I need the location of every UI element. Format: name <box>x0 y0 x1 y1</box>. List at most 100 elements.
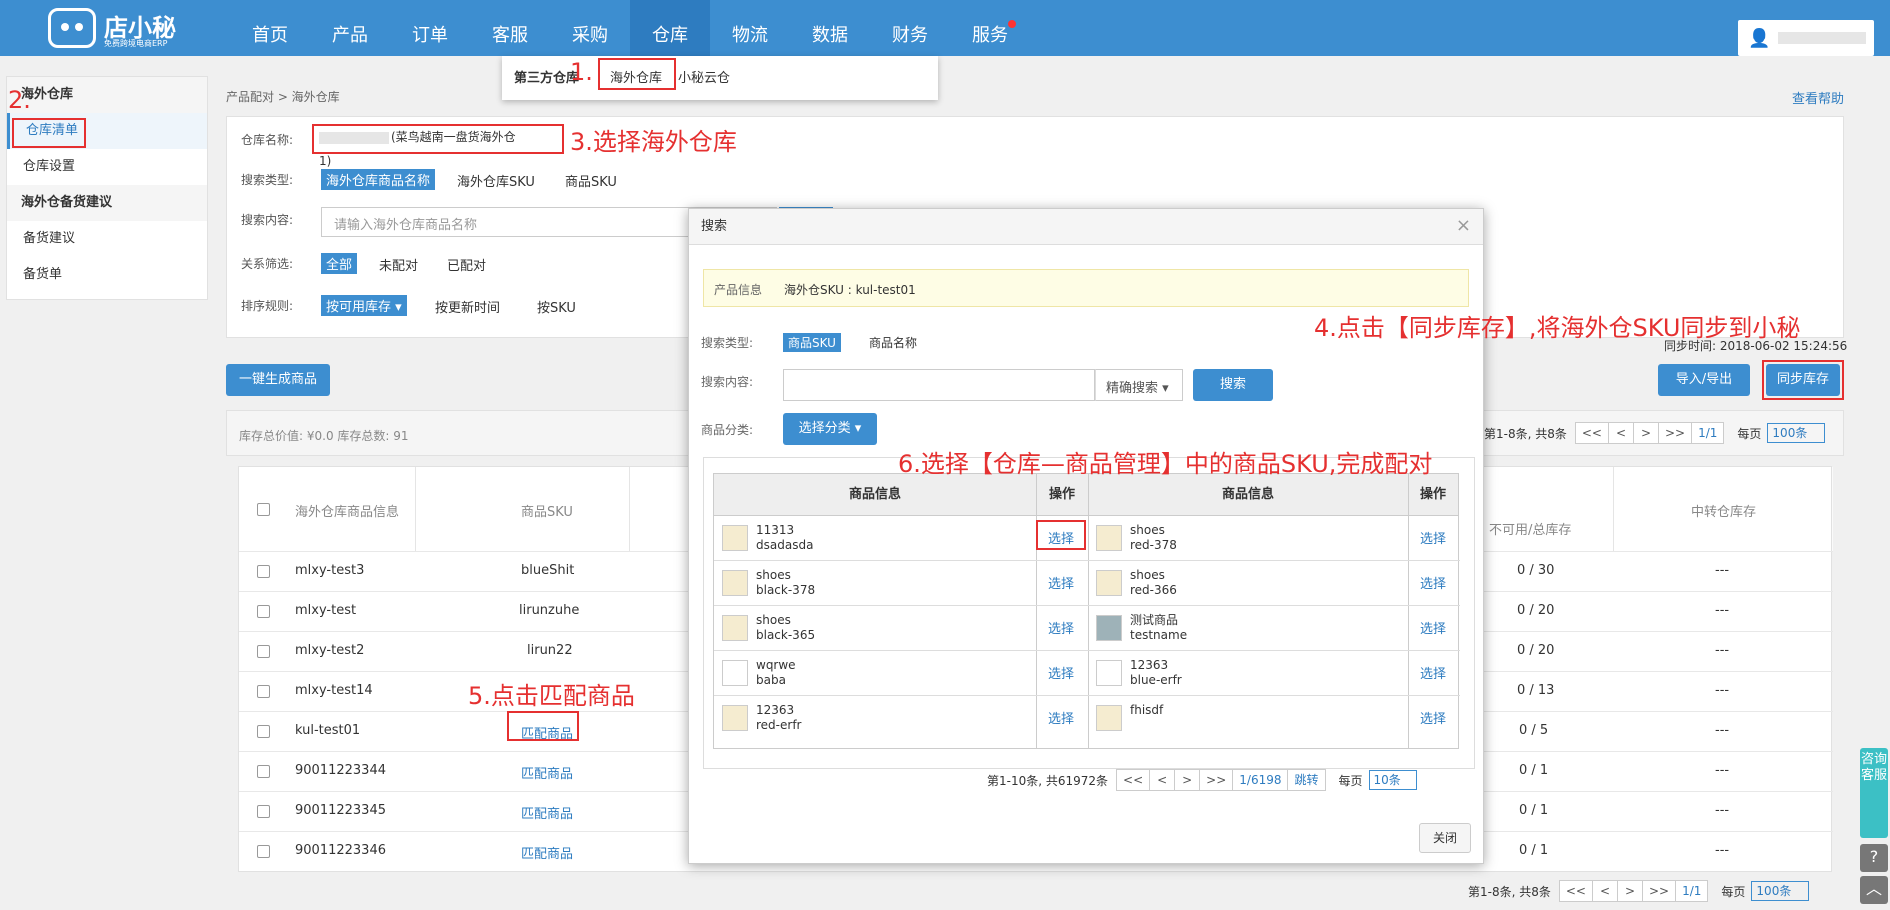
nav-purchase[interactable]: 采购 <box>550 0 630 56</box>
modal-close-icon[interactable]: × <box>1456 215 1471 236</box>
sidebar-item-warehouse-settings[interactable]: 仓库设置 <box>7 149 207 185</box>
row-transit: --- <box>1715 683 1730 698</box>
m-select-left[interactable]: 选择 <box>1048 663 1074 682</box>
m-left-name: wqrwe <box>756 658 796 672</box>
modal-pager: 第1-10条, 共61972条 << < > >> 1/6198 跳转 每页 1… <box>987 769 1417 791</box>
app-logo[interactable]: 店小秘 免费跨境电商ERP <box>48 4 178 52</box>
nav-order[interactable]: 订单 <box>390 0 470 56</box>
row-checkbox[interactable] <box>257 645 270 658</box>
highlight-warehouse-list <box>12 118 86 148</box>
m-select-left[interactable]: 选择 <box>1048 618 1074 637</box>
m-select-right[interactable]: 选择 <box>1420 708 1446 727</box>
nav-warehouse[interactable]: 仓库 <box>630 0 710 56</box>
nav-data[interactable]: 数据 <box>790 0 870 56</box>
match-product-link[interactable]: 匹配商品 <box>521 803 573 822</box>
search-type-name[interactable]: 海外仓库商品名称 <box>321 169 436 190</box>
modal-pager-last[interactable]: >> <box>1199 769 1234 791</box>
help-link[interactable]: 查看帮助 <box>1792 88 1844 107</box>
row-checkbox[interactable] <box>257 765 270 778</box>
modal-search-input[interactable] <box>783 369 1095 401</box>
import-export-button[interactable]: 导入/导出 <box>1658 364 1750 396</box>
annotation-step5: 5.点击匹配商品 <box>468 682 635 710</box>
m-select-right[interactable]: 选择 <box>1420 528 1446 547</box>
modal-category-button[interactable]: 选择分类 ▾ <box>783 413 877 445</box>
search-type-product-sku[interactable]: 商品SKU <box>565 171 617 190</box>
relation-all[interactable]: 全部 <box>321 253 358 274</box>
row-stock: 0 / 5 <box>1519 723 1549 738</box>
m-select-right[interactable]: 选择 <box>1420 663 1446 682</box>
sidebar-item-stocking-list[interactable]: 备货单 <box>7 257 207 293</box>
nav-product[interactable]: 产品 <box>310 0 390 56</box>
sidebar-item-stocking-advice[interactable]: 备货建议 <box>7 221 207 257</box>
search-modal: 搜索 × 产品信息 海外仓SKU : kul-test01 搜索类型: 商品SK… <box>688 208 1484 864</box>
pager-first[interactable]: << <box>1574 422 1609 444</box>
modal-pager-jump[interactable]: 跳转 <box>1287 769 1326 791</box>
pager-first[interactable]: << <box>1558 880 1593 902</box>
username-blurred <box>1778 32 1866 44</box>
product-thumb <box>1096 615 1122 641</box>
row-checkbox[interactable] <box>257 685 270 698</box>
m-select-right[interactable]: 选择 <box>1420 573 1446 592</box>
row-checkbox[interactable] <box>257 805 270 818</box>
row-checkbox[interactable] <box>257 605 270 618</box>
modal-pager-next[interactable]: > <box>1174 769 1201 791</box>
row-checkbox[interactable] <box>257 845 270 858</box>
help-icon[interactable]: ? <box>1860 844 1888 872</box>
modal-close-button[interactable]: 关闭 <box>1419 823 1471 853</box>
modal-search-type-sku[interactable]: 商品SKU <box>783 333 841 352</box>
modal-result-table: 商品信息 操作 商品信息 操作 11313 dsadasda 选择 shoes … <box>713 473 1460 749</box>
modal-search-type-name[interactable]: 商品名称 <box>869 334 917 351</box>
match-product-link[interactable]: 匹配商品 <box>521 843 573 862</box>
pager-per-select[interactable]: 100条 <box>1767 423 1826 443</box>
m-left-sku: red-erfr <box>756 718 802 732</box>
product-info-label: 产品信息 <box>714 283 763 297</box>
sort-label: 排序规则: <box>241 299 294 313</box>
m-right-name: 12363 <box>1130 658 1169 672</box>
product-thumb <box>1096 525 1122 551</box>
pager-prev[interactable]: < <box>1591 880 1618 902</box>
modal-search-button[interactable]: 搜索 <box>1193 369 1273 401</box>
row-stock: 0 / 13 <box>1517 683 1555 698</box>
match-product-link[interactable]: 匹配商品 <box>521 763 573 782</box>
pager-next[interactable]: > <box>1616 880 1643 902</box>
nav-customer-service[interactable]: 客服 <box>470 0 550 56</box>
dropdown-cloud-warehouse[interactable]: 小秘云仓 <box>678 67 730 86</box>
sidebar-group-overseas: 海外仓库 <box>7 77 207 113</box>
customer-service-widget[interactable]: 咨询客服 <box>1860 748 1888 838</box>
nav-service[interactable]: 服务 <box>950 0 1030 56</box>
nav-logistics[interactable]: 物流 <box>710 0 790 56</box>
relation-unpaired[interactable]: 未配对 <box>379 255 418 274</box>
sort-by-sku[interactable]: 按SKU <box>537 297 576 316</box>
m-select-left[interactable]: 选择 <box>1048 573 1074 592</box>
header-divider <box>415 467 416 551</box>
pager-last[interactable]: >> <box>1641 880 1677 902</box>
pager-next[interactable]: > <box>1632 422 1659 444</box>
sort-by-update-time[interactable]: 按更新时间 <box>435 297 500 316</box>
pager-last[interactable]: >> <box>1657 422 1693 444</box>
m-select-right[interactable]: 选择 <box>1420 618 1446 637</box>
row-stock: 0 / 20 <box>1517 643 1555 658</box>
modal-pager-per-select[interactable]: 10条 <box>1368 770 1417 790</box>
user-menu[interactable]: 👤 <box>1738 20 1874 56</box>
modal-pager-first[interactable]: << <box>1116 769 1151 791</box>
row-checkbox[interactable] <box>257 565 270 578</box>
m-select-left[interactable]: 选择 <box>1048 708 1074 727</box>
modal-pager-prev[interactable]: < <box>1149 769 1176 791</box>
relation-paired[interactable]: 已配对 <box>447 255 486 274</box>
modal-search-mode-select[interactable]: 精确搜索 ▾ <box>1095 369 1183 401</box>
row-checkbox[interactable] <box>257 725 270 738</box>
pager-prev[interactable]: < <box>1607 422 1634 444</box>
m-col-product-info-left: 商品信息 <box>714 474 1036 516</box>
back-to-top-icon[interactable]: ︿ <box>1860 876 1888 904</box>
product-thumb <box>1096 570 1122 596</box>
pager-per-select[interactable]: 100条 <box>1751 881 1810 901</box>
search-type-sku[interactable]: 海外仓库SKU <box>457 171 535 190</box>
nav-finance[interactable]: 财务 <box>870 0 950 56</box>
col-transit-stock: 中转仓库存 <box>1691 505 1757 520</box>
warehouse-name-label: 仓库名称: <box>241 133 294 147</box>
nav-home[interactable]: 首页 <box>230 0 310 56</box>
row-sku: blueShit <box>521 563 575 578</box>
generate-products-button[interactable]: 一键生成商品 <box>226 364 330 396</box>
select-all-checkbox[interactable] <box>257 503 270 516</box>
sort-by-available-stock[interactable]: 按可用库存 ▾ <box>321 295 407 316</box>
